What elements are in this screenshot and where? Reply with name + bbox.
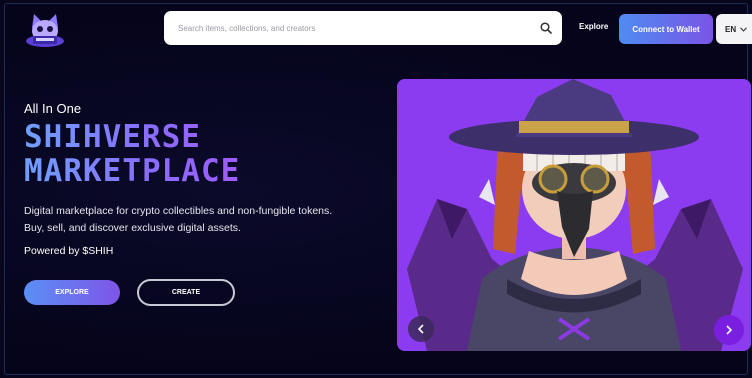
search-bar[interactable]	[164, 11, 562, 45]
chevron-left-icon	[417, 324, 424, 334]
hero-title: SHIHVERSE MARKETPLACE	[24, 120, 240, 188]
search-icon[interactable]	[540, 22, 552, 34]
hero-description: Digital marketplace for crypto collectib…	[24, 203, 374, 237]
connect-wallet-button[interactable]: Connect to Wallet	[619, 14, 713, 44]
hero-description-line-1: Digital marketplace for crypto collectib…	[24, 205, 333, 217]
create-button[interactable]: CREATE	[137, 279, 235, 306]
chevron-down-icon	[740, 26, 748, 32]
hero-description-line-2: Buy, sell, and discover exclusive digita…	[24, 222, 241, 234]
hero-title-line-1: SHIHVERSE	[24, 119, 201, 155]
featured-nft-image[interactable]	[397, 79, 751, 351]
chevron-right-icon	[726, 325, 733, 335]
explore-button[interactable]: EXPLORE	[24, 280, 120, 305]
language-select[interactable]: EN	[716, 14, 752, 44]
search-input[interactable]	[176, 22, 540, 34]
hero-kicker: All In One	[24, 101, 82, 116]
carousel-prev-button[interactable]	[408, 316, 434, 342]
carousel-next-button[interactable]	[714, 315, 744, 345]
language-selected-value: EN	[725, 24, 737, 34]
powered-by-text: Powered by $SHIH	[24, 245, 114, 257]
hero-title-line-2: MARKETPLACE	[24, 153, 241, 189]
nav-explore-link[interactable]: Explore	[579, 22, 608, 31]
shiba-mascot-logo-icon[interactable]	[24, 10, 66, 48]
